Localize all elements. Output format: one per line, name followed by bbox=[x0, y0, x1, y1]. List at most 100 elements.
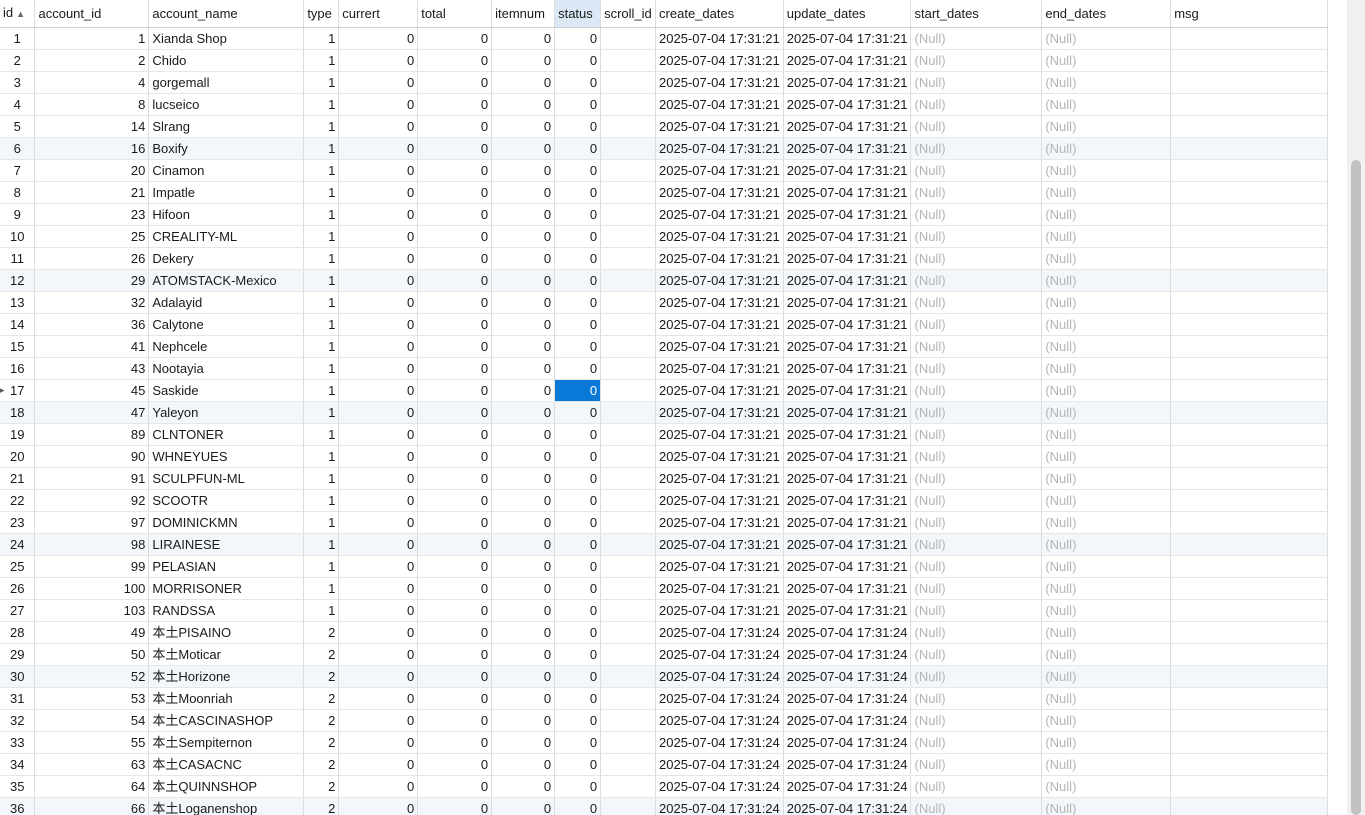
cell-itemnum[interactable]: 0 bbox=[491, 181, 556, 204]
table-row[interactable]: 5 14 Slrang 1 0 0 0 0 2025-07-04 17:31:21 2025-07… bbox=[0, 115, 1328, 138]
cell-status[interactable]: 0 bbox=[554, 291, 602, 314]
cell-total[interactable]: 0 bbox=[417, 27, 493, 50]
cell-update-dates[interactable]: 2025-07-04 17:31:21 bbox=[783, 291, 912, 314]
cell-account-id[interactable]: 99 bbox=[34, 555, 150, 578]
cell-id[interactable]: 14 bbox=[0, 313, 36, 336]
cell-end-dates[interactable]: (Null) bbox=[1041, 643, 1172, 666]
cell-update-dates[interactable]: 2025-07-04 17:31:21 bbox=[783, 247, 912, 270]
cell-start-dates[interactable]: (Null) bbox=[910, 247, 1043, 270]
table-row[interactable]: 21 91 SCULPFUN-ML 1 0 0 0 0 2025-07-04 17:31:21 2… bbox=[0, 467, 1328, 490]
cell-id[interactable]: 35 bbox=[0, 775, 36, 798]
cell-create-dates[interactable]: 2025-07-04 17:31:21 bbox=[655, 335, 784, 358]
cell-currert[interactable]: 0 bbox=[338, 247, 419, 270]
cell-id[interactable]: 11 bbox=[0, 247, 36, 270]
cell-itemnum[interactable]: 0 bbox=[491, 225, 556, 248]
cell-account-name[interactable]: 本土PISAINO bbox=[148, 621, 305, 644]
cell-itemnum[interactable]: 0 bbox=[491, 445, 556, 468]
cell-currert[interactable]: 0 bbox=[338, 159, 419, 182]
cell-type[interactable]: 1 bbox=[303, 27, 340, 50]
cell-update-dates[interactable]: 2025-07-04 17:31:21 bbox=[783, 203, 912, 226]
cell-status[interactable]: 0 bbox=[554, 665, 602, 688]
cell-end-dates[interactable]: (Null) bbox=[1041, 49, 1172, 72]
cell-currert[interactable]: 0 bbox=[338, 379, 419, 402]
cell-create-dates[interactable]: 2025-07-04 17:31:21 bbox=[655, 401, 784, 424]
cell-total[interactable]: 0 bbox=[417, 137, 493, 160]
cell-end-dates[interactable]: (Null) bbox=[1041, 731, 1172, 754]
cell-update-dates[interactable]: 2025-07-04 17:31:21 bbox=[783, 71, 912, 94]
cell-account-name[interactable]: WHNEYUES bbox=[148, 445, 305, 468]
cell-total[interactable]: 0 bbox=[417, 775, 493, 798]
table-row[interactable]: 31 53 本土Moonriah 2 0 0 0 0 2025-07-04 17:31:24 20… bbox=[0, 687, 1328, 710]
cell-itemnum[interactable]: 0 bbox=[491, 203, 556, 226]
cell-scroll-id[interactable] bbox=[600, 313, 657, 336]
cell-total[interactable]: 0 bbox=[417, 423, 493, 446]
table-row[interactable]: 13 32 Adalayid 1 0 0 0 0 2025-07-04 17:31:21 2025… bbox=[0, 291, 1328, 314]
cell-update-dates[interactable]: 2025-07-04 17:31:21 bbox=[783, 313, 912, 336]
cell-type[interactable]: 1 bbox=[303, 71, 340, 94]
column-header-type[interactable]: type bbox=[303, 0, 340, 28]
cell-total[interactable]: 0 bbox=[417, 225, 493, 248]
cell-account-id[interactable]: 53 bbox=[34, 687, 150, 710]
cell-currert[interactable]: 0 bbox=[338, 709, 419, 732]
cell-end-dates[interactable]: (Null) bbox=[1041, 115, 1172, 138]
cell-create-dates[interactable]: 2025-07-04 17:31:21 bbox=[655, 181, 784, 204]
cell-status[interactable]: 0 bbox=[554, 555, 602, 578]
cell-itemnum[interactable]: 0 bbox=[491, 401, 556, 424]
cell-id[interactable]: 5 bbox=[0, 115, 36, 138]
cell-total[interactable]: 0 bbox=[417, 555, 493, 578]
cell-update-dates[interactable]: 2025-07-04 17:31:24 bbox=[783, 753, 912, 776]
cell-scroll-id[interactable] bbox=[600, 159, 657, 182]
cell-create-dates[interactable]: 2025-07-04 17:31:24 bbox=[655, 731, 784, 754]
cell-start-dates[interactable]: (Null) bbox=[910, 93, 1043, 116]
table-row[interactable]: 22 92 SCOOTR 1 0 0 0 0 2025-07-04 17:31:21 2025-0… bbox=[0, 489, 1328, 512]
cell-scroll-id[interactable] bbox=[600, 467, 657, 490]
column-header-itemnum[interactable]: itemnum bbox=[491, 0, 556, 28]
cell-start-dates[interactable]: (Null) bbox=[910, 71, 1043, 94]
cell-type[interactable]: 2 bbox=[303, 665, 340, 688]
cell-id[interactable]: 17 bbox=[0, 379, 36, 402]
cell-total[interactable]: 0 bbox=[417, 445, 493, 468]
cell-start-dates[interactable]: (Null) bbox=[910, 423, 1043, 446]
cell-update-dates[interactable]: 2025-07-04 17:31:21 bbox=[783, 423, 912, 446]
cell-start-dates[interactable]: (Null) bbox=[910, 665, 1043, 688]
cell-account-name[interactable]: Yaleyon bbox=[148, 401, 305, 424]
cell-update-dates[interactable]: 2025-07-04 17:31:21 bbox=[783, 533, 912, 556]
cell-scroll-id[interactable] bbox=[600, 181, 657, 204]
cell-account-name[interactable]: PELASIAN bbox=[148, 555, 305, 578]
cell-account-name[interactable]: ATOMSTACK-Mexico bbox=[148, 269, 305, 292]
cell-type[interactable]: 1 bbox=[303, 467, 340, 490]
cell-status[interactable]: 0 bbox=[554, 731, 602, 754]
cell-itemnum[interactable]: 0 bbox=[491, 775, 556, 798]
cell-type[interactable]: 2 bbox=[303, 753, 340, 776]
cell-account-id[interactable]: 21 bbox=[34, 181, 150, 204]
cell-account-id[interactable]: 103 bbox=[34, 599, 150, 622]
cell-total[interactable]: 0 bbox=[417, 511, 493, 534]
table-row[interactable]: 14 36 Calytone 1 0 0 0 0 2025-07-04 17:31:21 2025… bbox=[0, 313, 1328, 336]
cell-msg[interactable] bbox=[1170, 225, 1328, 248]
cell-account-id[interactable]: 92 bbox=[34, 489, 150, 512]
cell-end-dates[interactable]: (Null) bbox=[1041, 379, 1172, 402]
cell-total[interactable]: 0 bbox=[417, 621, 493, 644]
cell-create-dates[interactable]: 2025-07-04 17:31:21 bbox=[655, 115, 784, 138]
cell-type[interactable]: 1 bbox=[303, 49, 340, 72]
cell-currert[interactable]: 0 bbox=[338, 115, 419, 138]
cell-msg[interactable] bbox=[1170, 467, 1328, 490]
cell-account-name[interactable]: Chido bbox=[148, 49, 305, 72]
cell-id[interactable]: 23 bbox=[0, 511, 36, 534]
cell-create-dates[interactable]: 2025-07-04 17:31:24 bbox=[655, 797, 784, 815]
cell-status[interactable]: 0 bbox=[554, 71, 602, 94]
cell-itemnum[interactable]: 0 bbox=[491, 49, 556, 72]
cell-scroll-id[interactable] bbox=[600, 511, 657, 534]
cell-update-dates[interactable]: 2025-07-04 17:31:24 bbox=[783, 665, 912, 688]
cell-id[interactable]: 8 bbox=[0, 181, 36, 204]
cell-scroll-id[interactable] bbox=[600, 269, 657, 292]
cell-currert[interactable]: 0 bbox=[338, 731, 419, 754]
column-header-start-dates[interactable]: start_dates bbox=[910, 0, 1043, 28]
cell-create-dates[interactable]: 2025-07-04 17:31:21 bbox=[655, 291, 784, 314]
cell-create-dates[interactable]: 2025-07-04 17:31:21 bbox=[655, 357, 784, 380]
cell-end-dates[interactable]: (Null) bbox=[1041, 687, 1172, 710]
cell-msg[interactable] bbox=[1170, 731, 1328, 754]
cell-create-dates[interactable]: 2025-07-04 17:31:21 bbox=[655, 555, 784, 578]
cell-create-dates[interactable]: 2025-07-04 17:31:21 bbox=[655, 159, 784, 182]
table-row[interactable]: 24 98 LIRAINESE 1 0 0 0 0 2025-07-04 17:31:21 202… bbox=[0, 533, 1328, 556]
